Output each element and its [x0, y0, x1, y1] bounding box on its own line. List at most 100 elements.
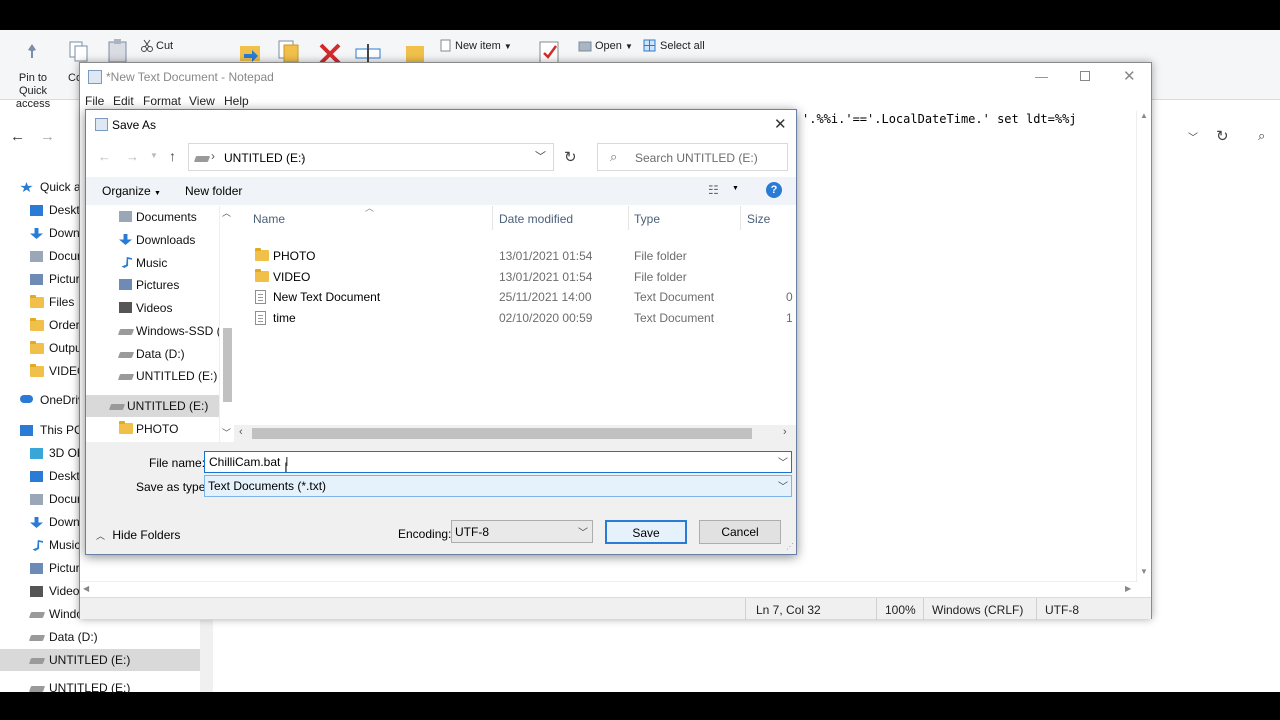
- organize-button[interactable]: Organize ▼: [102, 184, 161, 198]
- navigation-item[interactable]: Data (D:): [86, 343, 219, 365]
- forward-arrow-icon[interactable]: →: [126, 149, 139, 164]
- file-date-modified: 25/11/2021 14:00: [499, 290, 592, 304]
- address-dropdown-chevron-icon[interactable]: ﹀: [535, 148, 546, 164]
- file-name-input[interactable]: ChilliCam.bat I ﹀: [204, 451, 792, 473]
- navigation-item[interactable]: Pictures: [86, 274, 219, 296]
- navigation-item[interactable]: PHOTO: [86, 418, 219, 440]
- chevron-down-icon[interactable]: ﹀: [778, 454, 788, 469]
- status-separator: [745, 598, 746, 620]
- column-header-date-modified[interactable]: Date modified: [499, 212, 573, 226]
- back-arrow-icon[interactable]: ←: [98, 149, 111, 164]
- cancel-button[interactable]: Cancel: [699, 520, 781, 544]
- sidebar-item[interactable]: Data (D:): [0, 626, 200, 648]
- new-folder-button[interactable]: New folder: [185, 184, 242, 198]
- file-list: ︿ Name Date modified Type Size PHOTO 13/0…: [234, 203, 796, 442]
- documents-icon: [30, 251, 43, 262]
- encoding-label: Encoding:: [398, 527, 452, 541]
- menu-help[interactable]: Help: [224, 94, 249, 108]
- scroll-down-icon[interactable]: ▼: [1140, 567, 1148, 576]
- folder-icon: [30, 364, 44, 377]
- close-icon[interactable]: ✕: [774, 115, 787, 133]
- pictures-icon: [30, 274, 43, 285]
- select-all-button[interactable]: Select all: [660, 40, 705, 52]
- scroll-right-icon[interactable]: ▶: [1125, 584, 1131, 593]
- sidebar-item-label: Docur: [49, 492, 82, 506]
- save-button[interactable]: Save: [605, 520, 687, 544]
- notepad-vertical-scrollbar[interactable]: ▲ ▼: [1136, 111, 1151, 581]
- sidebar-item[interactable]: UNTITLED (E:): [0, 677, 200, 699]
- file-row[interactable]: PHOTO 13/01/2021 01:54 File folder: [240, 246, 790, 266]
- file-row[interactable]: time 02/10/2020 00:59 Text Document 1: [240, 308, 793, 328]
- navigation-item[interactable]: Music: [86, 252, 219, 274]
- file-size: 0: [786, 290, 793, 304]
- menu-file[interactable]: File: [85, 94, 104, 108]
- navigation-item[interactable]: UNTITLED (E:): [86, 365, 219, 387]
- navigation-item[interactable]: UNTITLED (E:): [86, 395, 219, 417]
- recent-locations-chevron-icon[interactable]: ▼: [150, 151, 158, 160]
- breadcrumb-separator-icon: ›: [211, 149, 215, 163]
- back-arrow-icon[interactable]: ←: [10, 128, 25, 145]
- computer-icon: [20, 425, 33, 436]
- scroll-down-icon[interactable]: ﹀: [222, 426, 231, 439]
- status-separator: [876, 598, 877, 620]
- sidebar-item-label: OneDriv: [40, 393, 85, 407]
- maximize-icon[interactable]: [1080, 71, 1090, 81]
- menu-format[interactable]: Format: [143, 94, 181, 108]
- file-row[interactable]: New Text Document 25/11/2021 14:00 Text Do…: [240, 287, 793, 307]
- sort-ascending-icon: ︿: [365, 203, 375, 213]
- minimize-icon[interactable]: —: [1035, 69, 1048, 84]
- cut-button[interactable]: Cut: [156, 40, 173, 52]
- chevron-down-icon[interactable]: ▼: [732, 185, 739, 192]
- notepad-horizontal-scrollbar[interactable]: ◀ ▶: [80, 581, 1138, 597]
- close-icon[interactable]: ✕: [1123, 67, 1136, 85]
- column-header-type[interactable]: Type: [634, 212, 660, 226]
- sidebar-item[interactable]: UNTITLED (E:): [0, 649, 200, 671]
- navigation-pane-scrollbar[interactable]: ︿ ﹀: [219, 206, 234, 442]
- scroll-thumb[interactable]: [223, 328, 232, 402]
- file-type: Text Document: [634, 311, 715, 325]
- refresh-icon[interactable]: ↻: [1216, 127, 1229, 145]
- navigation-item[interactable]: Documents: [86, 206, 219, 228]
- navigation-item-label: Data (D:): [136, 347, 185, 361]
- file-date-modified: 02/10/2020 00:59: [499, 311, 593, 325]
- scroll-right-icon[interactable]: ›: [783, 426, 787, 438]
- search-icon[interactable]: ⌕: [1258, 128, 1265, 144]
- search-placeholder: Search UNTITLED (E:): [635, 151, 758, 165]
- new-item-button[interactable]: New item ▼: [455, 40, 512, 52]
- search-box[interactable]: ⌕ Search UNTITLED (E:): [597, 143, 788, 171]
- scroll-up-icon[interactable]: ▲: [1140, 111, 1148, 120]
- scroll-thumb[interactable]: [252, 428, 752, 439]
- pin-to-quick-access-button[interactable]: Pin to Quick access: [4, 72, 62, 111]
- address-bar[interactable]: › UNTITLED (E:) › ﹀: [188, 143, 554, 171]
- help-icon[interactable]: ?: [766, 182, 782, 198]
- status-cursor-position: Ln 7, Col 32: [756, 603, 821, 617]
- save-as-type-select[interactable]: Text Documents (*.txt) ﹀: [204, 475, 792, 497]
- navigation-item[interactable]: Windows-SSD (C: [86, 320, 229, 342]
- navigation-item[interactable]: Videos: [86, 297, 219, 319]
- file-row[interactable]: VIDEO 13/01/2021 01:54 File folder: [240, 267, 790, 287]
- up-arrow-icon[interactable]: ↑: [169, 148, 176, 164]
- file-list-horizontal-scrollbar[interactable]: ‹ ›: [234, 425, 796, 442]
- encoding-select[interactable]: UTF-8 ﹀: [451, 520, 593, 543]
- refresh-icon[interactable]: ↻: [564, 148, 577, 166]
- scroll-left-icon[interactable]: ◀: [83, 584, 89, 593]
- chevron-down-icon[interactable]: ﹀: [778, 478, 788, 493]
- menu-edit[interactable]: Edit: [113, 94, 134, 108]
- scroll-up-icon[interactable]: ︿: [222, 206, 231, 219]
- menu-view[interactable]: View: [189, 94, 215, 108]
- open-button[interactable]: Open ▼: [595, 40, 633, 52]
- copy-to-icon: [276, 38, 300, 64]
- sidebar-item-label: Order: [49, 318, 80, 332]
- forward-arrow-icon[interactable]: →: [40, 128, 55, 145]
- resize-grip-icon[interactable]: ⋰: [786, 542, 794, 551]
- sidebar-item-label: Data (D:): [49, 630, 98, 644]
- hide-folders-button[interactable]: ︿ Hide Folders: [96, 528, 180, 542]
- column-header-size[interactable]: Size: [747, 212, 770, 226]
- breadcrumb-location[interactable]: UNTITLED (E:): [224, 151, 305, 165]
- column-header-name[interactable]: Name: [253, 212, 285, 226]
- scroll-left-icon[interactable]: ‹: [239, 426, 243, 438]
- navigation-item[interactable]: Downloads: [86, 229, 219, 251]
- sidebar-scrollbar[interactable]: [200, 620, 213, 692]
- view-options-icon[interactable]: ☷: [708, 183, 719, 197]
- address-dropdown-chevron-icon[interactable]: ﹀: [1188, 129, 1198, 144]
